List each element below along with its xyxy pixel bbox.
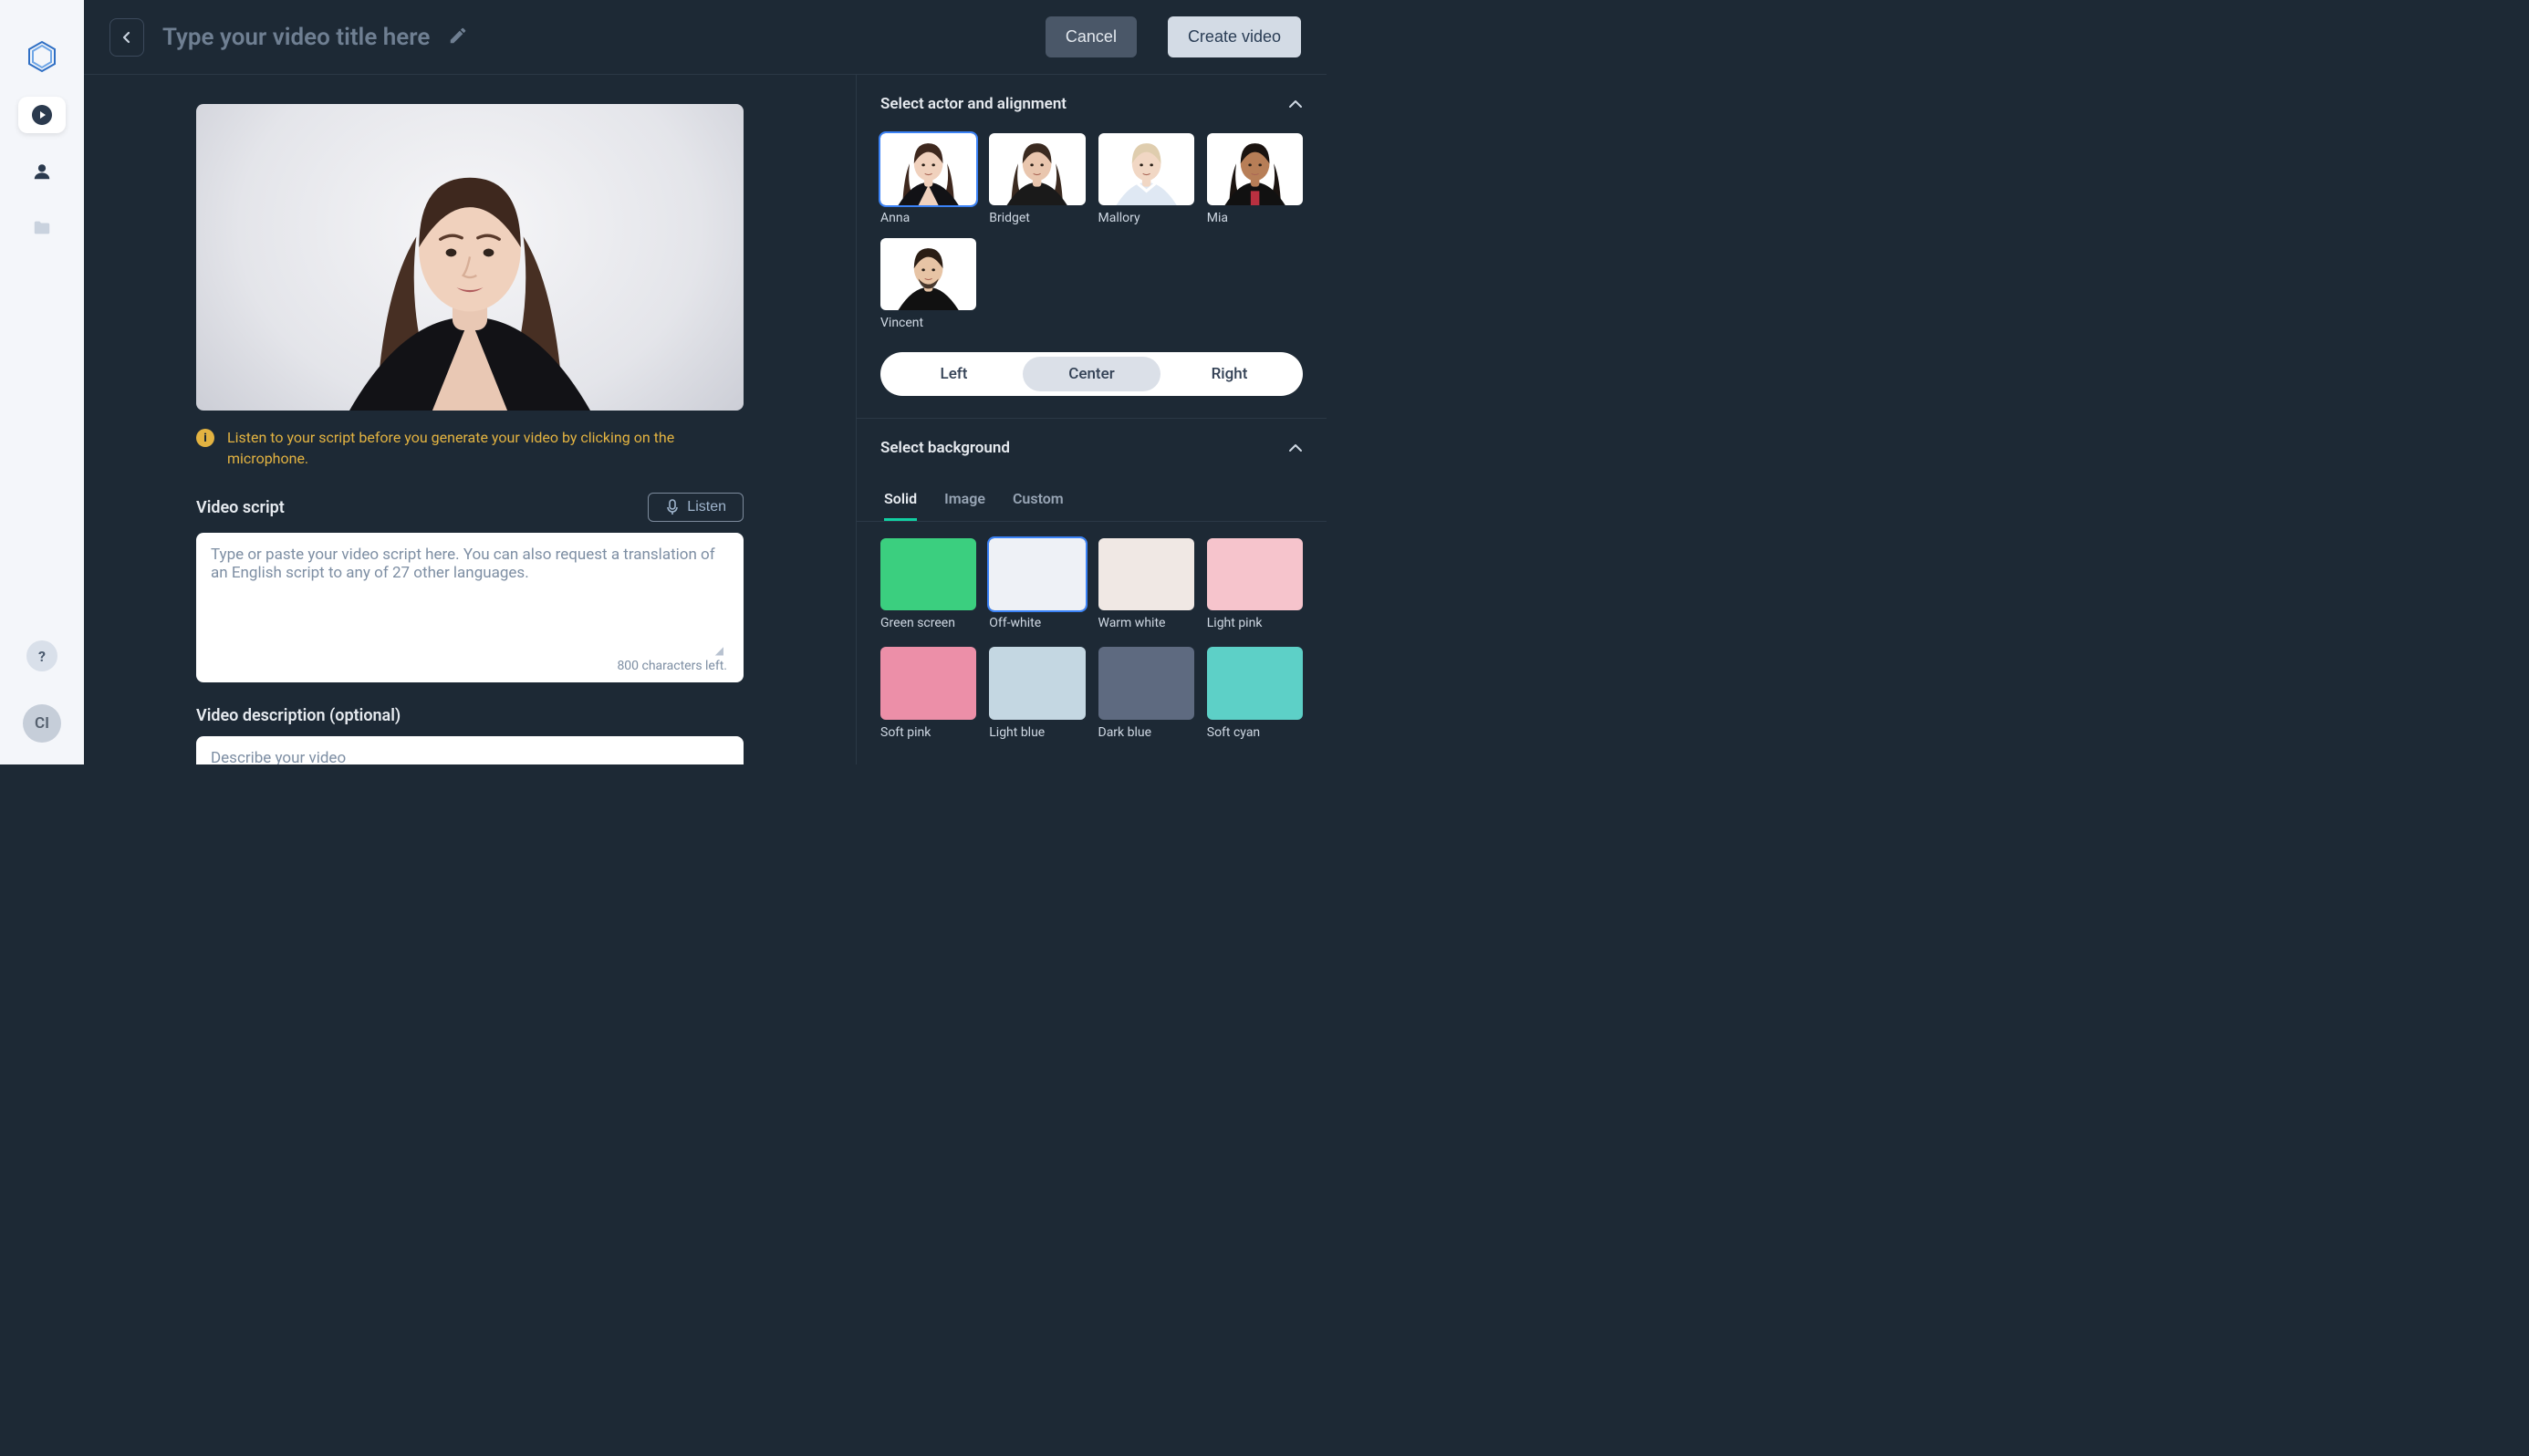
bg-swatch — [880, 538, 976, 610]
listen-label: Listen — [687, 499, 726, 515]
bg-name-label: Dark blue — [1098, 725, 1194, 740]
bg-tab-image[interactable]: Image — [944, 477, 985, 521]
actor-thumb — [880, 133, 976, 205]
actor-option-vincent[interactable]: Vincent — [880, 238, 976, 330]
actor-thumb — [1098, 133, 1194, 205]
video-script-label: Video script — [196, 498, 285, 517]
actor-option-mallory[interactable]: Mallory — [1098, 133, 1194, 225]
background-grid: Green screen Off-white Warm white Light pin… — [857, 522, 1327, 757]
sidebar-nav: ? CI — [0, 0, 84, 764]
info-icon: i — [196, 429, 214, 447]
alignment-option-center[interactable]: Center — [1023, 357, 1160, 391]
chars-remaining: ◢ 800 characters left. — [211, 655, 729, 677]
main-area: Type your video title here Cancel Create… — [84, 0, 1327, 764]
description-input-wrap — [196, 736, 744, 764]
bg-option-soft-pink[interactable]: Soft pink — [880, 647, 976, 739]
bg-swatch — [1098, 538, 1194, 610]
nav-files[interactable] — [18, 210, 66, 246]
preview-actor — [269, 104, 671, 411]
bg-name-label: Light pink — [1207, 616, 1303, 630]
video-description-label: Video description (optional) — [196, 706, 744, 725]
video-preview — [196, 104, 744, 411]
help-button[interactable]: ? — [26, 640, 57, 671]
actor-name-label: Vincent — [880, 316, 976, 330]
chevron-left-icon — [121, 31, 132, 44]
background-section-title: Select background — [880, 439, 1010, 457]
video-title-input[interactable]: Type your video title here — [162, 24, 430, 51]
description-input[interactable] — [211, 749, 729, 764]
actor-name-label: Mia — [1207, 211, 1303, 225]
bg-name-label: Soft pink — [880, 725, 976, 740]
bg-swatch — [1207, 538, 1303, 610]
script-textarea[interactable] — [211, 546, 729, 655]
header-bar: Type your video title here Cancel Create… — [84, 0, 1327, 75]
bg-name-label: Light blue — [989, 725, 1085, 740]
actor-option-mia[interactable]: Mia — [1207, 133, 1303, 225]
bg-swatch — [1207, 647, 1303, 719]
bg-name-label: Green screen — [880, 616, 976, 630]
logo-icon — [24, 38, 60, 75]
bg-swatch — [880, 647, 976, 719]
user-icon — [32, 161, 52, 182]
app: ? CI Type your video title here Cancel C… — [0, 0, 1327, 764]
background-section: Select background Solid Image Custom Green… — [857, 419, 1327, 757]
hint-row: i Listen to your script before you gener… — [196, 427, 744, 469]
bg-tab-custom[interactable]: Custom — [1013, 477, 1064, 521]
bg-option-warm-white[interactable]: Warm white — [1098, 538, 1194, 630]
bg-option-light-pink[interactable]: Light pink — [1207, 538, 1303, 630]
bg-swatch — [989, 647, 1085, 719]
actor-name-label: Bridget — [989, 211, 1085, 225]
play-icon — [31, 104, 53, 126]
right-panel: Select actor and alignment Anna B — [856, 75, 1327, 764]
chevron-up-icon — [1288, 440, 1303, 457]
actor-section-header[interactable]: Select actor and alignment — [857, 75, 1327, 133]
cancel-button[interactable]: Cancel — [1046, 16, 1137, 57]
actor-grid: Anna Bridget Mallory Mia — [857, 133, 1327, 347]
background-tabs: Solid Image Custom — [857, 477, 1327, 522]
microphone-icon — [665, 499, 680, 515]
bg-option-soft-cyan[interactable]: Soft cyan — [1207, 647, 1303, 739]
bg-swatch — [989, 538, 1085, 610]
actor-name-label: Mallory — [1098, 211, 1194, 225]
back-button[interactable] — [109, 18, 144, 57]
script-textarea-wrap: ◢ 800 characters left. — [196, 533, 744, 682]
actor-section-title: Select actor and alignment — [880, 95, 1067, 113]
actor-thumb — [880, 238, 976, 310]
bg-name-label: Soft cyan — [1207, 725, 1303, 740]
actor-section: Select actor and alignment Anna B — [857, 75, 1327, 419]
create-video-button[interactable]: Create video — [1168, 16, 1301, 57]
resize-grip-icon[interactable]: ◢ — [715, 644, 723, 657]
bg-swatch — [1098, 647, 1194, 719]
alignment-option-left[interactable]: Left — [885, 357, 1023, 391]
bg-tab-solid[interactable]: Solid — [884, 477, 917, 521]
alignment-option-right[interactable]: Right — [1160, 357, 1298, 391]
chevron-up-icon — [1288, 96, 1303, 113]
bg-option-dark-blue[interactable]: Dark blue — [1098, 647, 1194, 739]
edit-icon[interactable] — [448, 26, 468, 49]
actor-option-anna[interactable]: Anna — [880, 133, 976, 225]
nav-actors[interactable] — [18, 153, 66, 190]
actor-thumb — [1207, 133, 1303, 205]
body-split: i Listen to your script before you gener… — [84, 75, 1327, 764]
actor-name-label: Anna — [880, 211, 976, 225]
bg-option-off-white[interactable]: Off-white — [989, 538, 1085, 630]
user-avatar[interactable]: CI — [23, 704, 61, 743]
bg-name-label: Off-white — [989, 616, 1085, 630]
bg-name-label: Warm white — [1098, 616, 1194, 630]
nav-videos[interactable] — [18, 97, 66, 133]
listen-button[interactable]: Listen — [648, 493, 744, 522]
app-logo — [22, 36, 62, 77]
bg-option-green-screen[interactable]: Green screen — [880, 538, 976, 630]
actor-option-bridget[interactable]: Bridget — [989, 133, 1085, 225]
actor-thumb — [989, 133, 1085, 205]
hint-text: Listen to your script before you generat… — [227, 427, 744, 469]
editor-pane: i Listen to your script before you gener… — [84, 75, 856, 764]
bg-option-light-blue[interactable]: Light blue — [989, 647, 1085, 739]
background-section-header[interactable]: Select background — [857, 419, 1327, 477]
folder-icon — [31, 218, 53, 238]
alignment-segmented: LeftCenterRight — [880, 352, 1303, 396]
